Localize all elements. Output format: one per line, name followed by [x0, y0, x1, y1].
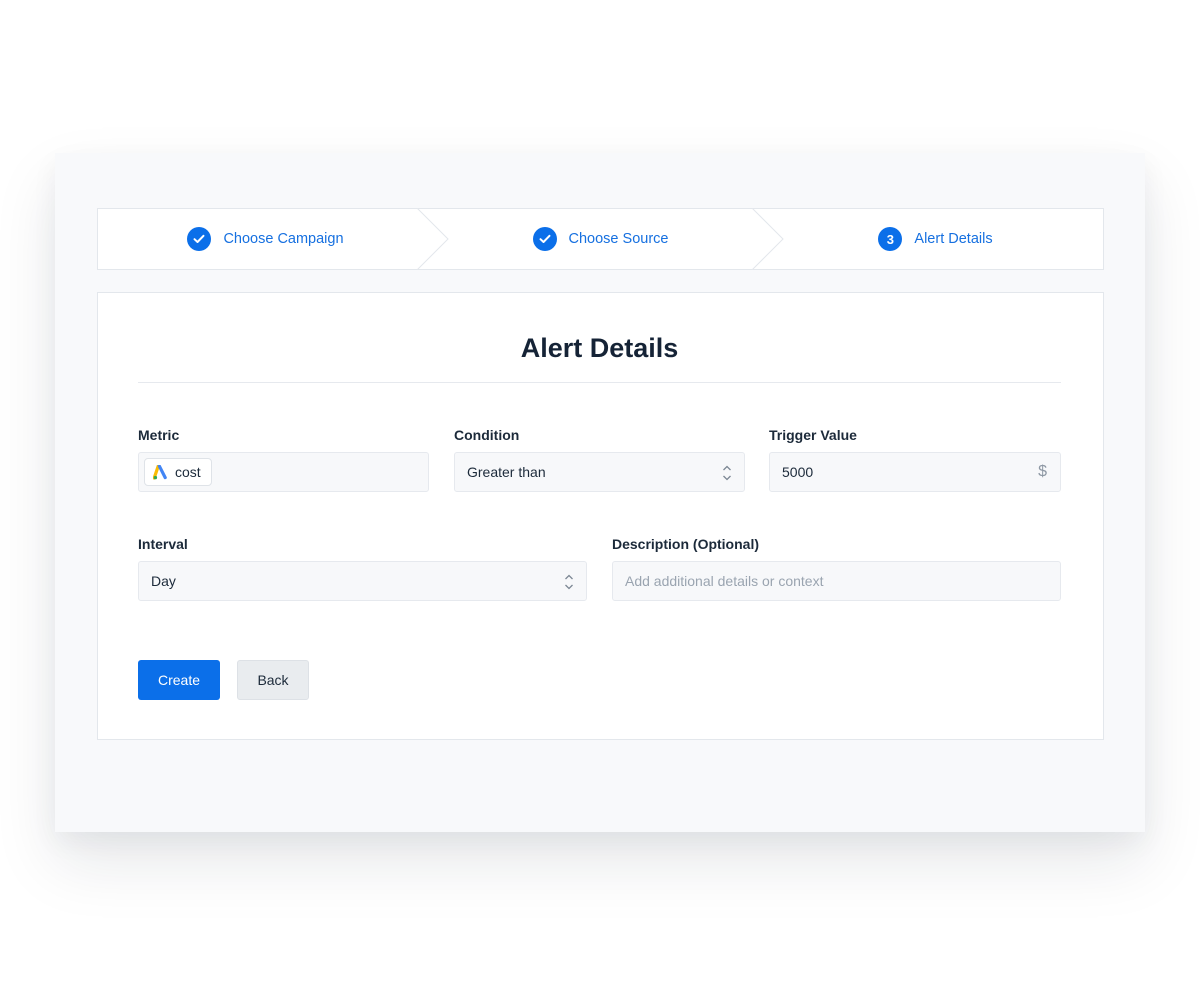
metric-chip-text: cost	[175, 464, 201, 480]
dollar-icon: $	[1038, 463, 1047, 480]
condition-select[interactable]: Greater than	[454, 452, 745, 492]
trigger-value-label: Trigger Value	[769, 427, 857, 443]
step-choose-campaign[interactable]: Choose Campaign	[98, 208, 449, 270]
page-title: Alert Details	[520, 333, 679, 363]
step-number-badge: 3	[878, 227, 903, 251]
description-input[interactable]: Add additional details or context	[612, 561, 1061, 601]
divider	[138, 382, 1061, 383]
updown-chevron-icon	[723, 465, 731, 481]
check-icon	[187, 227, 212, 251]
step-label: Choose Campaign	[223, 231, 344, 247]
chevron-separator-icon	[752, 208, 784, 270]
stepper: Choose Campaign Choose Source 3 Alert De…	[97, 208, 1104, 270]
metric-label: Metric	[138, 427, 180, 443]
check-icon	[532, 227, 557, 251]
interval-label: Interval	[138, 536, 188, 552]
condition-label: Condition	[454, 427, 520, 443]
back-button[interactable]: Back	[237, 660, 309, 700]
trigger-value: 5000	[782, 464, 814, 480]
interval-select[interactable]: Day	[138, 561, 587, 601]
step-alert-details[interactable]: 3 Alert Details	[768, 209, 1103, 269]
trigger-value-input[interactable]: 5000 $	[769, 452, 1061, 492]
app-window: Choose Campaign Choose Source 3 Alert De…	[55, 153, 1145, 832]
updown-chevron-icon	[565, 574, 573, 590]
description-label: Description (Optional)	[612, 536, 759, 552]
description-placeholder: Add additional details or context	[625, 573, 824, 589]
metric-chip[interactable]: cost	[144, 458, 212, 486]
chevron-separator-icon	[417, 208, 449, 270]
interval-value: Day	[151, 573, 176, 589]
google-ads-icon	[153, 464, 167, 480]
alert-details-card: Alert Details Metric cost Condition Grea…	[97, 292, 1104, 740]
step-label: Alert Details	[914, 231, 993, 247]
metric-field[interactable]: cost	[138, 452, 429, 492]
step-choose-source[interactable]: Choose Source	[433, 208, 784, 270]
condition-value: Greater than	[467, 464, 546, 480]
create-button[interactable]: Create	[138, 660, 220, 700]
step-label: Choose Source	[568, 231, 669, 247]
